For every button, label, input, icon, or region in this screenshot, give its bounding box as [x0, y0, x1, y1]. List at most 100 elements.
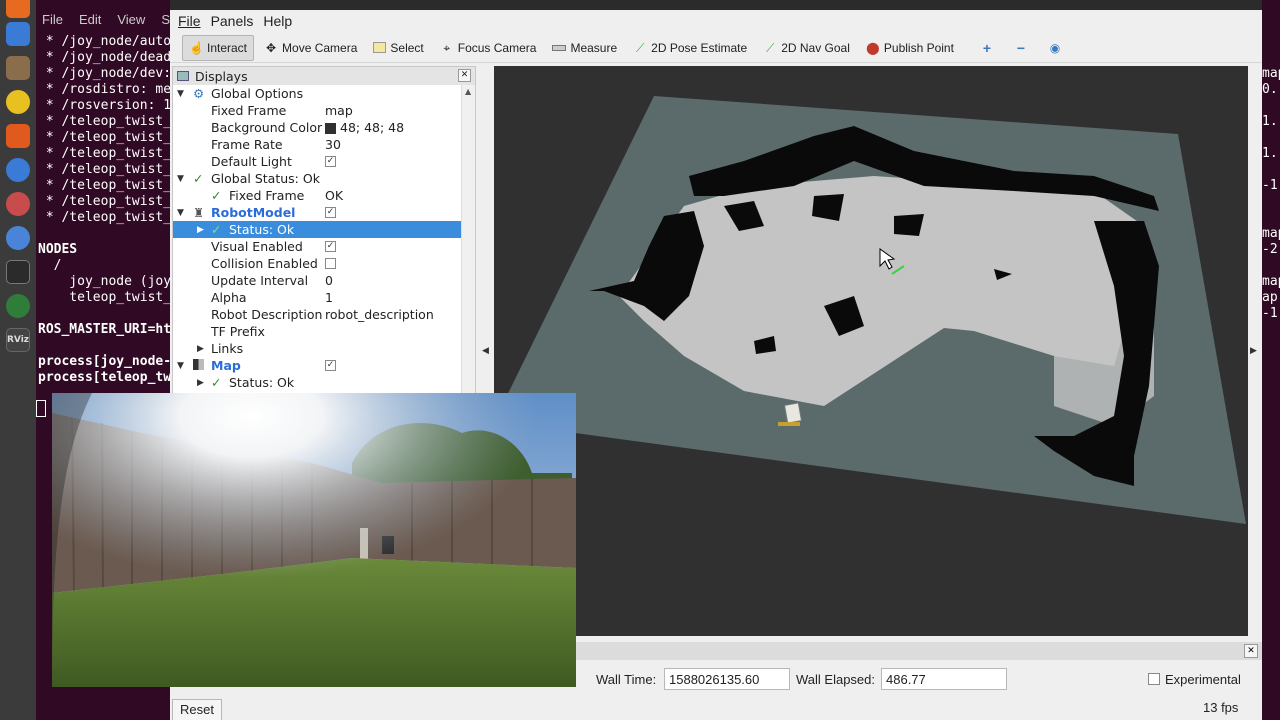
tree-label: Links — [211, 341, 244, 356]
terminal-line: * /rosversion: 1 — [38, 98, 172, 113]
publish-point-tool[interactable]: ⬤ Publish Point — [860, 35, 960, 61]
globe-icon[interactable] — [6, 294, 30, 318]
tree-row-update-interval[interactable]: Update Interval 0 — [173, 272, 461, 289]
tree-row-fixed-frame[interactable]: Fixed Frame map — [173, 102, 461, 119]
thunderbird-icon[interactable] — [6, 22, 30, 46]
remove-tool-button[interactable]: − — [1008, 35, 1038, 61]
menu-file[interactable]: File — [178, 13, 201, 29]
tree-row-robot-description[interactable]: Robot Description robot_description — [173, 306, 461, 323]
wall-elapsed-field[interactable]: 486.77 — [881, 668, 1007, 690]
tree-row-global-status[interactable]: ▼ ✓ Global Status: Ok — [173, 170, 461, 187]
status-value: OK — [325, 188, 344, 203]
tree-label: Global Options — [211, 86, 304, 101]
expand-arrow-icon[interactable]: ▼ — [177, 89, 184, 99]
tree-row-rm-status[interactable]: ▶ ✓ Status: Ok — [173, 221, 461, 238]
terminal-menu-edit[interactable]: Edit — [79, 12, 101, 27]
tree-row-visual-enabled[interactable]: Visual Enabled ✓ — [173, 238, 461, 255]
displays-scrollbar[interactable]: ▲ — [461, 85, 475, 395]
menu-panels[interactable]: Panels — [211, 13, 254, 29]
map-checkbox[interactable]: ✓ — [325, 360, 336, 371]
render-3d-view[interactable] — [494, 66, 1248, 636]
tool-properties-button[interactable]: ◉ — [1042, 35, 1072, 61]
tree-row-links[interactable]: ▶ Links — [173, 340, 461, 357]
tree-row-alpha[interactable]: Alpha 1 — [173, 289, 461, 306]
tree-label: Status: Ok — [229, 222, 295, 237]
firefox-icon[interactable] — [6, 0, 30, 18]
rhythmbox-icon[interactable] — [6, 90, 30, 114]
fixed-frame-value[interactable]: map — [325, 103, 353, 118]
chrome-icon[interactable] — [6, 226, 30, 250]
tree-row-gs-fixed-frame[interactable]: ✓ Fixed Frame OK — [173, 187, 461, 204]
checkmark-icon: ✓ — [211, 222, 222, 237]
expand-arrow-icon[interactable]: ▼ — [177, 208, 184, 218]
terminal-menu-view[interactable]: View — [117, 12, 145, 27]
terminal-line: teleop_twist_ — [38, 290, 172, 305]
reset-button[interactable]: Reset — [172, 699, 222, 720]
experimental-checkbox[interactable] — [1148, 673, 1160, 685]
terminal-line: * /joy_node/auto — [38, 34, 172, 49]
scroll-up-icon[interactable]: ▲ — [465, 87, 471, 96]
update-interval-value[interactable]: 0 — [325, 273, 333, 288]
files-icon[interactable] — [6, 56, 30, 80]
move-camera-tool[interactable]: ✥ Move Camera — [258, 35, 363, 61]
terminal-line: -1 — [1262, 306, 1278, 321]
default-light-checkbox[interactable]: ✓ — [325, 156, 336, 167]
alpha-value[interactable]: 1 — [325, 290, 333, 305]
tree-row-robot-model[interactable]: ▼ ♜ RobotModel ✓ — [173, 204, 461, 221]
settings-icon[interactable] — [6, 192, 30, 216]
close-icon[interactable]: ✕ — [458, 69, 471, 82]
tree-row-background-color[interactable]: Background Color 48; 48; 48 — [173, 119, 461, 136]
select-tool[interactable]: Select — [367, 35, 429, 61]
visual-enabled-checkbox[interactable]: ✓ — [325, 241, 336, 252]
window-titlebar[interactable] — [170, 0, 1262, 10]
tree-row-tf-prefix[interactable]: TF Prefix — [173, 323, 461, 340]
expand-arrow-icon[interactable]: ▼ — [177, 361, 184, 371]
add-tool-button[interactable]: + — [974, 35, 1004, 61]
expand-arrow-icon[interactable]: ▶ — [197, 378, 204, 388]
collapse-right-icon[interactable]: ▶ — [1250, 346, 1257, 356]
tree-row-global-options[interactable]: ▼ ⚙ Global Options — [173, 85, 461, 102]
fps-counter: 13 fps — [1203, 700, 1239, 715]
frame-rate-value[interactable]: 30 — [325, 137, 341, 152]
wall-time-field[interactable]: 1588026135.60 — [664, 668, 790, 690]
collapse-left-icon[interactable]: ◀ — [482, 346, 489, 356]
interact-tool[interactable]: ☝ Interact — [182, 34, 255, 61]
measure-tool[interactable]: Measure — [546, 35, 623, 61]
robot-model-checkbox[interactable]: ✓ — [325, 207, 336, 218]
software-center-icon[interactable] — [6, 124, 30, 148]
gear-icon: ⚙ — [193, 86, 205, 101]
tree-label: Background Color — [211, 120, 323, 135]
focus-camera-tool[interactable]: ⌖ Focus Camera — [434, 35, 543, 61]
tree-row-frame-rate[interactable]: Frame Rate 30 — [173, 136, 461, 153]
checkmark-icon: ✓ — [193, 171, 204, 186]
expand-arrow-icon[interactable]: ▶ — [197, 344, 204, 354]
tree-row-default-light[interactable]: Default Light ✓ — [173, 153, 461, 170]
pose-estimate-tool[interactable]: ⟋ 2D Pose Estimate — [627, 35, 753, 61]
tree-row-collision-enabled[interactable]: Collision Enabled — [173, 255, 461, 272]
terminal-line: joy_node (joy — [38, 274, 172, 289]
expand-arrow-icon[interactable]: ▶ — [197, 225, 204, 235]
interact-label: Interact — [207, 40, 248, 55]
terminal-icon[interactable] — [6, 260, 30, 284]
tree-row-map-status[interactable]: ▶ ✓ Status: Ok — [173, 374, 461, 391]
tree-row-map[interactable]: ▼ Map ✓ — [173, 357, 461, 374]
terminal-line: ROS_MASTER_URI=ht — [38, 322, 172, 337]
rviz-launcher-icon[interactable]: RViz — [6, 328, 30, 352]
background-color-value[interactable]: 48; 48; 48 — [325, 120, 404, 135]
pose-estimate-label: 2D Pose Estimate — [651, 40, 748, 55]
close-icon[interactable]: ✕ — [1244, 644, 1258, 658]
checkmark-icon: ✓ — [211, 375, 222, 390]
expand-arrow-icon[interactable]: ▼ — [177, 174, 184, 184]
menu-help[interactable]: Help — [263, 13, 292, 29]
collision-enabled-checkbox[interactable] — [325, 258, 336, 269]
robot-description-value[interactable]: robot_description — [325, 307, 434, 322]
terminal-menu-file[interactable]: File — [42, 12, 63, 27]
help-icon[interactable] — [6, 158, 30, 182]
tree-label: TF Prefix — [211, 324, 265, 339]
nav-goal-tool[interactable]: ⟋ 2D Nav Goal — [757, 35, 856, 61]
